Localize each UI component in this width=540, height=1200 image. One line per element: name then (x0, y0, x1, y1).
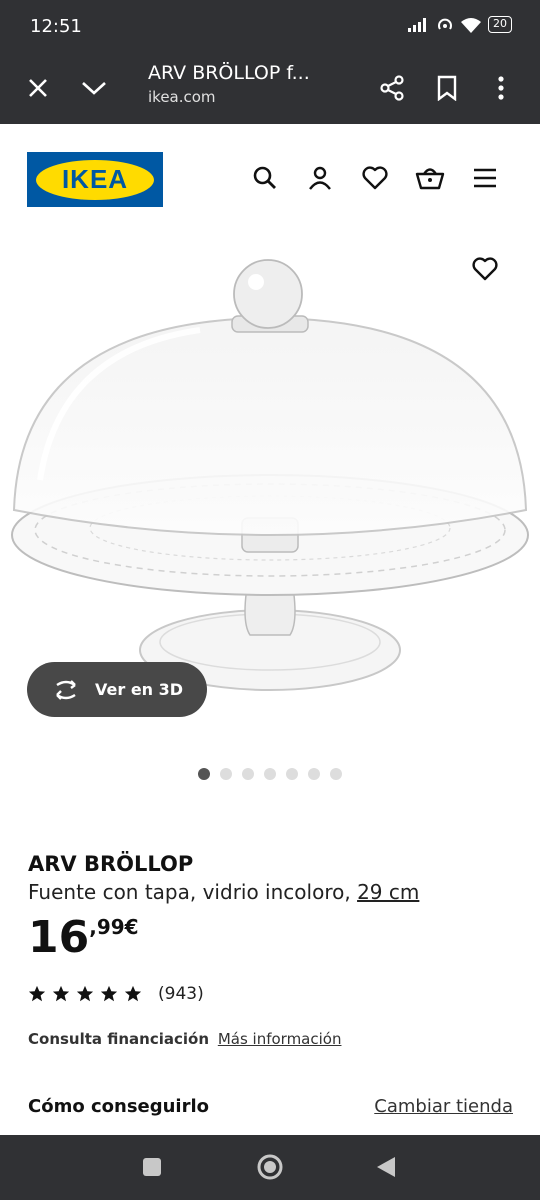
logo-text: IKEA (61, 164, 129, 194)
back-icon[interactable] (368, 1149, 404, 1185)
product-image[interactable]: Ver en 3D (0, 230, 540, 750)
rotate-3d-icon (56, 679, 76, 700)
chevron-down-icon[interactable] (72, 66, 116, 110)
domain-label: ikea.com (148, 88, 216, 106)
ikea-logo[interactable]: IKEA (27, 152, 163, 207)
price-integer: 16 (28, 912, 90, 963)
product-description-text: Fuente con tapa, vidrio incoloro, (28, 880, 351, 904)
url-block[interactable]: ARV BRÖLLOP f... ikea.com (148, 62, 358, 106)
product-info: ARV BRÖLLOP Fuente con tapa, vidrio inco… (28, 852, 518, 1048)
share-icon[interactable] (370, 66, 414, 110)
finance-row: Consulta financiación Más información (28, 1030, 518, 1048)
hotspot-icon (438, 18, 452, 30)
page-title: ARV BRÖLLOP f... (148, 62, 310, 84)
carousel-dot-2[interactable] (220, 768, 232, 780)
status-bar: 12:51 20 (0, 0, 540, 52)
bookmark-icon[interactable] (425, 66, 469, 110)
heart-icon[interactable] (358, 161, 392, 195)
star-icon (100, 985, 118, 1002)
carousel-dot-6[interactable] (308, 768, 320, 780)
carousel-dot-1[interactable] (198, 768, 210, 780)
rating-count: (943) (158, 984, 204, 1004)
status-icons: 20 (408, 16, 512, 33)
view-3d-button[interactable]: Ver en 3D (27, 662, 207, 717)
carousel-dot-3[interactable] (242, 768, 254, 780)
close-icon[interactable] (16, 66, 60, 110)
star-icon (52, 985, 70, 1002)
user-icon[interactable] (303, 161, 337, 195)
change-store-link[interactable]: Cambiar tienda (374, 1096, 513, 1117)
product-description: Fuente con tapa, vidrio incoloro, 29 cm (28, 880, 518, 904)
heart-icon (472, 257, 498, 281)
product-price: 16 ,99€ (28, 914, 518, 962)
recents-icon[interactable] (134, 1149, 170, 1185)
star-icon (28, 985, 46, 1002)
carousel-dot-7[interactable] (330, 768, 342, 780)
search-icon[interactable] (248, 161, 282, 195)
wifi-icon (461, 17, 481, 33)
price-decimal: ,99€ (89, 915, 139, 939)
basket-icon[interactable] (413, 161, 447, 195)
view-3d-label: Ver en 3D (95, 680, 184, 699)
battery-indicator: 20 (488, 16, 512, 33)
product-name: ARV BRÖLLOP (28, 852, 194, 876)
finance-link[interactable]: Más información (218, 1030, 342, 1048)
availability-row: Cómo conseguirlo Cambiar tienda (28, 1096, 513, 1117)
star-icon (76, 985, 94, 1002)
favorite-button[interactable] (466, 250, 504, 288)
rating-stars (28, 985, 142, 1003)
carousel-dots (0, 768, 540, 780)
status-time: 12:51 (30, 16, 82, 37)
browser-toolbar: ARV BRÖLLOP f... ikea.com (0, 52, 540, 124)
logo-oval: IKEA (36, 159, 154, 200)
availability-label: Cómo conseguirlo (28, 1096, 210, 1117)
more-icon[interactable] (479, 66, 523, 110)
product-size-link[interactable]: 29 cm (357, 880, 419, 904)
finance-label: Consulta financiación (28, 1030, 210, 1048)
star-icon (124, 985, 142, 1002)
product-rating[interactable]: (943) (28, 984, 518, 1004)
signal-icon (408, 17, 426, 32)
menu-icon[interactable] (468, 161, 502, 195)
system-nav-bar (0, 1135, 540, 1200)
carousel-dot-5[interactable] (286, 768, 298, 780)
carousel-dot-4[interactable] (264, 768, 276, 780)
site-header: IKEA (0, 125, 540, 230)
home-icon[interactable] (252, 1149, 288, 1185)
